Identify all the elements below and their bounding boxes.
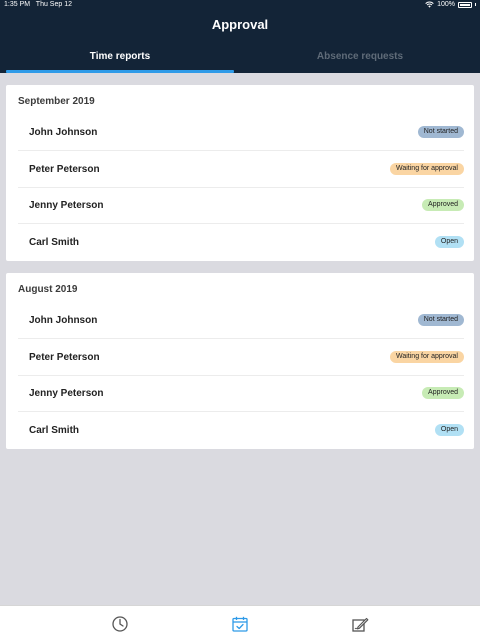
tab-bar: Time reports Absence requests [0,47,480,73]
employee-name: John Johnson [29,127,98,138]
section-september-2019: September 2019 John Johnson Not started … [6,85,474,261]
wifi-icon [425,1,434,8]
status-badge: Waiting for approval [390,351,464,363]
page-title: Approval [211,17,269,32]
tab-absence-requests[interactable]: Absence requests [240,47,480,73]
employee-name: Jenny Peterson [29,388,104,399]
signature-icon[interactable] [351,615,369,633]
status-time: 1:35 PM [4,1,31,8]
employee-name: Peter Peterson [29,164,100,175]
status-badge: Open [434,236,464,248]
list-item[interactable]: Peter Peterson Waiting for approval [18,340,464,376]
status-bar: 1:35 PM Thu Sep 12 100% [0,0,480,12]
status-badge: Not started [417,126,464,138]
status-badge: Open [434,424,464,436]
battery-percent: 100% [437,1,455,8]
list-item[interactable]: Jenny Peterson Approved [18,188,464,224]
bottom-nav [0,605,480,640]
app-header: 1:35 PM Thu Sep 12 100% Approval Time re… [0,0,480,73]
status-badge: Waiting for approval [390,163,464,175]
tab-time-reports[interactable]: Time reports [0,47,240,73]
section-title: August 2019 [18,284,78,295]
employee-name: Carl Smith [29,237,80,248]
employee-name: Peter Peterson [29,352,100,363]
status-badge: Approved [422,387,464,399]
list-item[interactable]: Carl Smith Open [18,413,464,449]
employee-name: Carl Smith [29,425,80,436]
list-item[interactable]: John Johnson Not started [18,115,464,151]
list-item[interactable]: John Johnson Not started [18,303,464,339]
status-badge: Not started [417,314,464,326]
status-badge: Approved [422,199,464,211]
status-date: Thu Sep 12 [35,1,72,8]
employee-name: Jenny Peterson [29,200,104,211]
employee-name: John Johnson [29,315,98,326]
list-item[interactable]: Peter Peterson Waiting for approval [18,152,464,188]
section-august-2019: August 2019 John Johnson Not started Pet… [6,273,474,449]
section-title: September 2019 [18,96,95,107]
battery-icon [458,1,472,8]
list-item[interactable]: Carl Smith Open [18,225,464,261]
list-item[interactable]: Jenny Peterson Approved [18,376,464,412]
calendar-check-icon[interactable] [231,615,249,633]
clock-icon[interactable] [111,615,129,633]
